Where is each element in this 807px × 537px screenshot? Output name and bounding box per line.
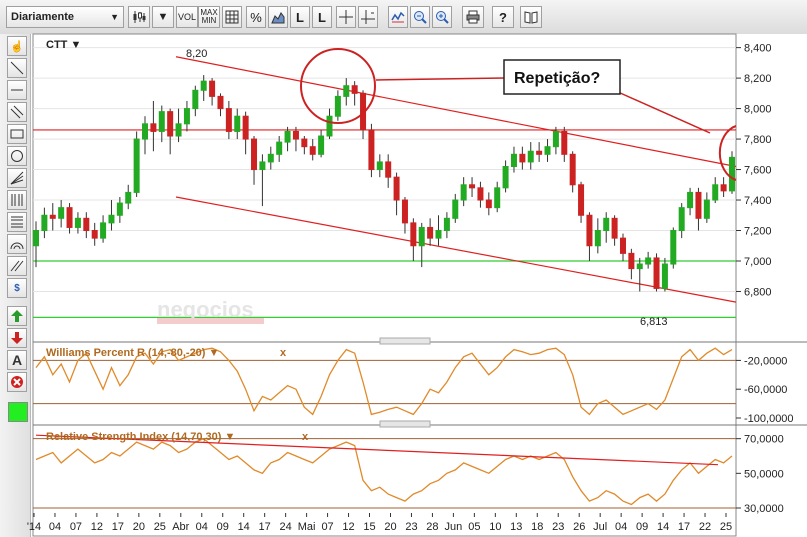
williams-title[interactable]: Williams Percent R (14,-80,-20) ▼ xyxy=(46,347,219,359)
y-tick-label: 8,000 xyxy=(744,104,772,116)
x-tick-label: 07 xyxy=(70,521,82,533)
rsi-close-button[interactable]: x xyxy=(302,431,309,443)
candle xyxy=(670,227,677,269)
x-tick-label: 04 xyxy=(49,521,61,533)
x-tick-label: 23 xyxy=(405,521,417,533)
x-tick-label: 17 xyxy=(112,521,124,533)
candle xyxy=(729,151,735,194)
y-tick-label: 7,400 xyxy=(744,195,772,207)
y-tick-label: -60,0000 xyxy=(744,384,787,396)
x-tick-label: 12 xyxy=(342,521,354,533)
x-tick-label: 17 xyxy=(678,521,690,533)
williams-close-button[interactable]: x xyxy=(280,347,287,359)
x-tick-label: Jul xyxy=(593,521,607,533)
y-tick-label: 7,800 xyxy=(744,134,772,146)
x-tick-label: 13 xyxy=(510,521,522,533)
y-tick-label: 50,0000 xyxy=(744,468,784,480)
high-price-label: 8,20 xyxy=(186,48,207,60)
y-tick-label: 8,200 xyxy=(744,73,772,85)
x-tick-label: 28 xyxy=(426,521,438,533)
watermark-logo: negocios xyxy=(157,297,264,324)
chart-area: 8,400 8,200 8,000 7,800 7,600 7,400 7,200 7,000… xyxy=(27,33,807,537)
x-tick-label: Abr xyxy=(172,521,189,533)
candle xyxy=(653,253,660,292)
x-tick-label: 09 xyxy=(636,521,648,533)
y-tick-label: 30,0000 xyxy=(744,503,784,515)
x-tick-label: 12 xyxy=(91,521,103,533)
y-tick-label: 8,400 xyxy=(744,43,772,55)
x-tick-label: Mai xyxy=(298,521,316,533)
x-tick-label: 18 xyxy=(531,521,543,533)
x-tick-label: 24 xyxy=(280,521,292,533)
x-tick-label: 14 xyxy=(657,521,669,533)
x-tick-label: 20 xyxy=(384,521,396,533)
x-tick-label: 17 xyxy=(259,521,271,533)
x-tick-label: Jun xyxy=(445,521,463,533)
x-tick-label: 23 xyxy=(552,521,564,533)
x-tick-label: 10 xyxy=(489,521,501,533)
x-tick-label: 25 xyxy=(720,521,732,533)
y-tick-label: 6,800 xyxy=(744,286,772,298)
candle xyxy=(368,123,375,178)
x-tick-label: 04 xyxy=(196,521,208,533)
x-tick-label: 22 xyxy=(699,521,711,533)
x-tick-label: 14 xyxy=(238,521,250,533)
symbol-title[interactable]: CTT ▼ xyxy=(46,39,81,51)
x-tick-label: '14 xyxy=(27,521,41,533)
y-tick-label: 7,600 xyxy=(744,165,772,177)
x-tick-label: 05 xyxy=(468,521,480,533)
x-tick-label: 09 xyxy=(217,521,229,533)
y-tick-label: 70,0000 xyxy=(744,434,784,446)
x-tick-label: 25 xyxy=(154,521,166,533)
candle xyxy=(133,131,140,197)
x-tick-label: 20 xyxy=(133,521,145,533)
rsi-title[interactable]: Relative Strength Index (14,70,30) ▼ xyxy=(46,431,235,443)
y-tick-label: -100,0000 xyxy=(744,413,794,425)
x-tick-label: 15 xyxy=(363,521,375,533)
callout-text: Repetição? xyxy=(514,70,600,87)
y-tick-label: -20,0000 xyxy=(744,355,787,367)
x-tick-label: 07 xyxy=(321,521,333,533)
y-tick-label: 7,200 xyxy=(744,226,772,238)
low-price-label: 6,813 xyxy=(640,316,668,328)
x-tick-label: 04 xyxy=(615,521,627,533)
x-tick-label: 26 xyxy=(573,521,585,533)
y-tick-label: 7,000 xyxy=(744,256,772,268)
